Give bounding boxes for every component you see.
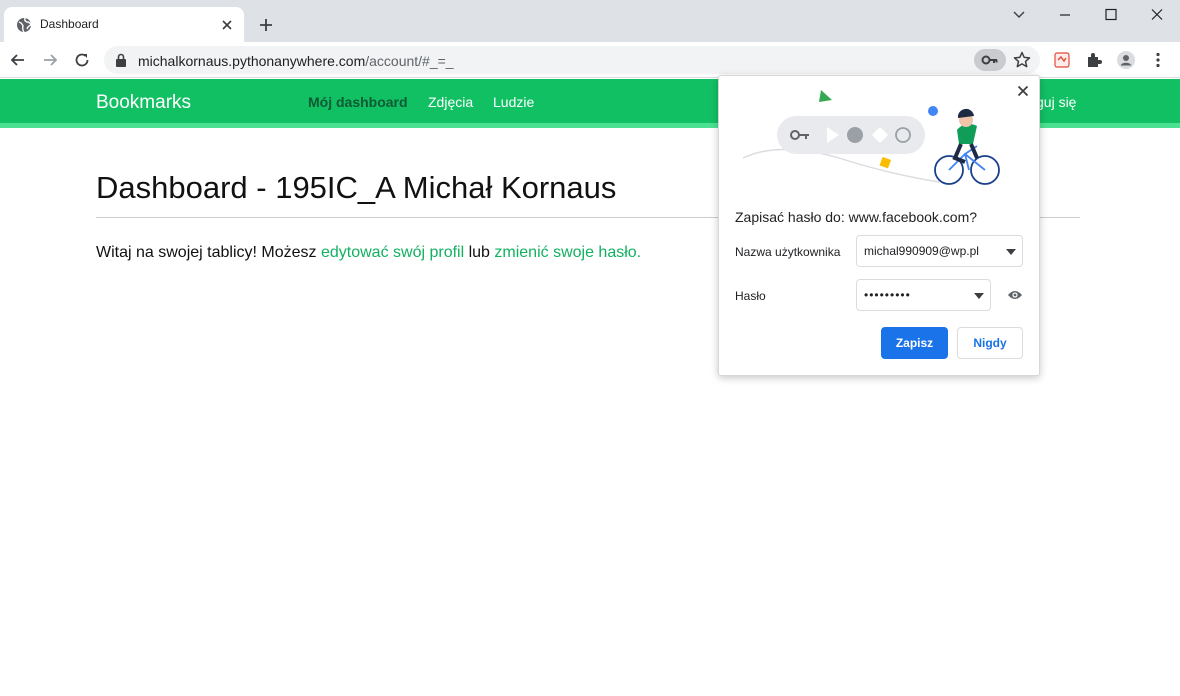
- close-tab-icon[interactable]: [218, 16, 236, 34]
- back-arrow-icon[interactable]: [8, 50, 28, 70]
- url-path: /account/#_=_: [365, 53, 454, 69]
- lock-icon[interactable]: [114, 52, 128, 68]
- nav-people[interactable]: Ludzie: [493, 94, 534, 110]
- new-tab-icon[interactable]: [257, 16, 275, 34]
- globe-icon: [17, 17, 32, 33]
- welcome-intro: Witaj na swojej tablicy! Możesz: [96, 244, 321, 261]
- save-button[interactable]: Zapisz: [881, 327, 948, 359]
- change-password-link[interactable]: zmienić swoje hasło.: [494, 244, 641, 261]
- password-illustration: [742, 90, 1000, 185]
- welcome-text: Witaj na swojej tablicy! Możesz edytować…: [96, 244, 641, 262]
- caret-down-icon: [1006, 249, 1016, 255]
- browser-toolbar: michalkornaus.pythonanywhere.com/account…: [0, 42, 1180, 78]
- tab-strip: Dashboard: [0, 0, 1180, 42]
- nav-logout[interactable]: guj się: [1036, 94, 1076, 110]
- page-title: Dashboard - 195IC_A Michał Kornaus: [96, 170, 617, 205]
- username-select[interactable]: michal990909@wp.pl: [856, 235, 1023, 267]
- tab-search-chevron-icon[interactable]: [1008, 6, 1030, 24]
- eye-icon[interactable]: [1007, 289, 1023, 301]
- minimize-icon[interactable]: [1054, 6, 1076, 24]
- nav-my-dashboard[interactable]: Mój dashboard: [308, 94, 408, 110]
- url-host: michalkornaus.pythonanywhere.com: [138, 53, 366, 69]
- edit-profile-link[interactable]: edytować swój profil: [321, 244, 464, 261]
- password-select[interactable]: •••••••••: [856, 279, 991, 311]
- username-label: Nazwa użytkownika: [735, 245, 841, 259]
- bookmark-star-icon[interactable]: [1012, 50, 1032, 70]
- window-close-icon[interactable]: [1146, 6, 1168, 24]
- reload-icon[interactable]: [72, 50, 92, 70]
- username-value: michal990909@wp.pl: [864, 244, 979, 258]
- welcome-or: lub: [464, 244, 495, 261]
- never-button[interactable]: Nigdy: [957, 327, 1023, 359]
- caret-down-icon: [974, 293, 984, 299]
- browser-menu-icon[interactable]: [1148, 50, 1168, 70]
- key-icon: [981, 55, 998, 65]
- dialog-title: Zapisać hasło do: www.facebook.com?: [735, 209, 978, 225]
- url-text[interactable]: michalkornaus.pythonanywhere.com/account…: [138, 53, 454, 69]
- address-bar[interactable]: michalkornaus.pythonanywhere.com/account…: [104, 46, 1040, 74]
- password-key-button[interactable]: [974, 49, 1006, 71]
- password-label: Hasło: [735, 289, 766, 303]
- profile-avatar-icon[interactable]: [1116, 50, 1136, 70]
- close-dialog-icon[interactable]: [1015, 83, 1031, 99]
- extensions-puzzle-icon[interactable]: [1084, 50, 1104, 70]
- forward-arrow-icon[interactable]: [40, 50, 60, 70]
- brand-logo[interactable]: Bookmarks: [96, 92, 191, 114]
- tab-title: Dashboard: [40, 17, 99, 31]
- nav-photos[interactable]: Zdjęcia: [428, 94, 473, 110]
- browser-tab[interactable]: Dashboard: [4, 7, 244, 42]
- extension-red-icon[interactable]: [1052, 50, 1072, 70]
- maximize-icon[interactable]: [1100, 6, 1122, 24]
- password-value: •••••••••: [864, 288, 911, 302]
- save-password-dialog: Zapisać hasło do: www.facebook.com? Nazw…: [718, 75, 1040, 376]
